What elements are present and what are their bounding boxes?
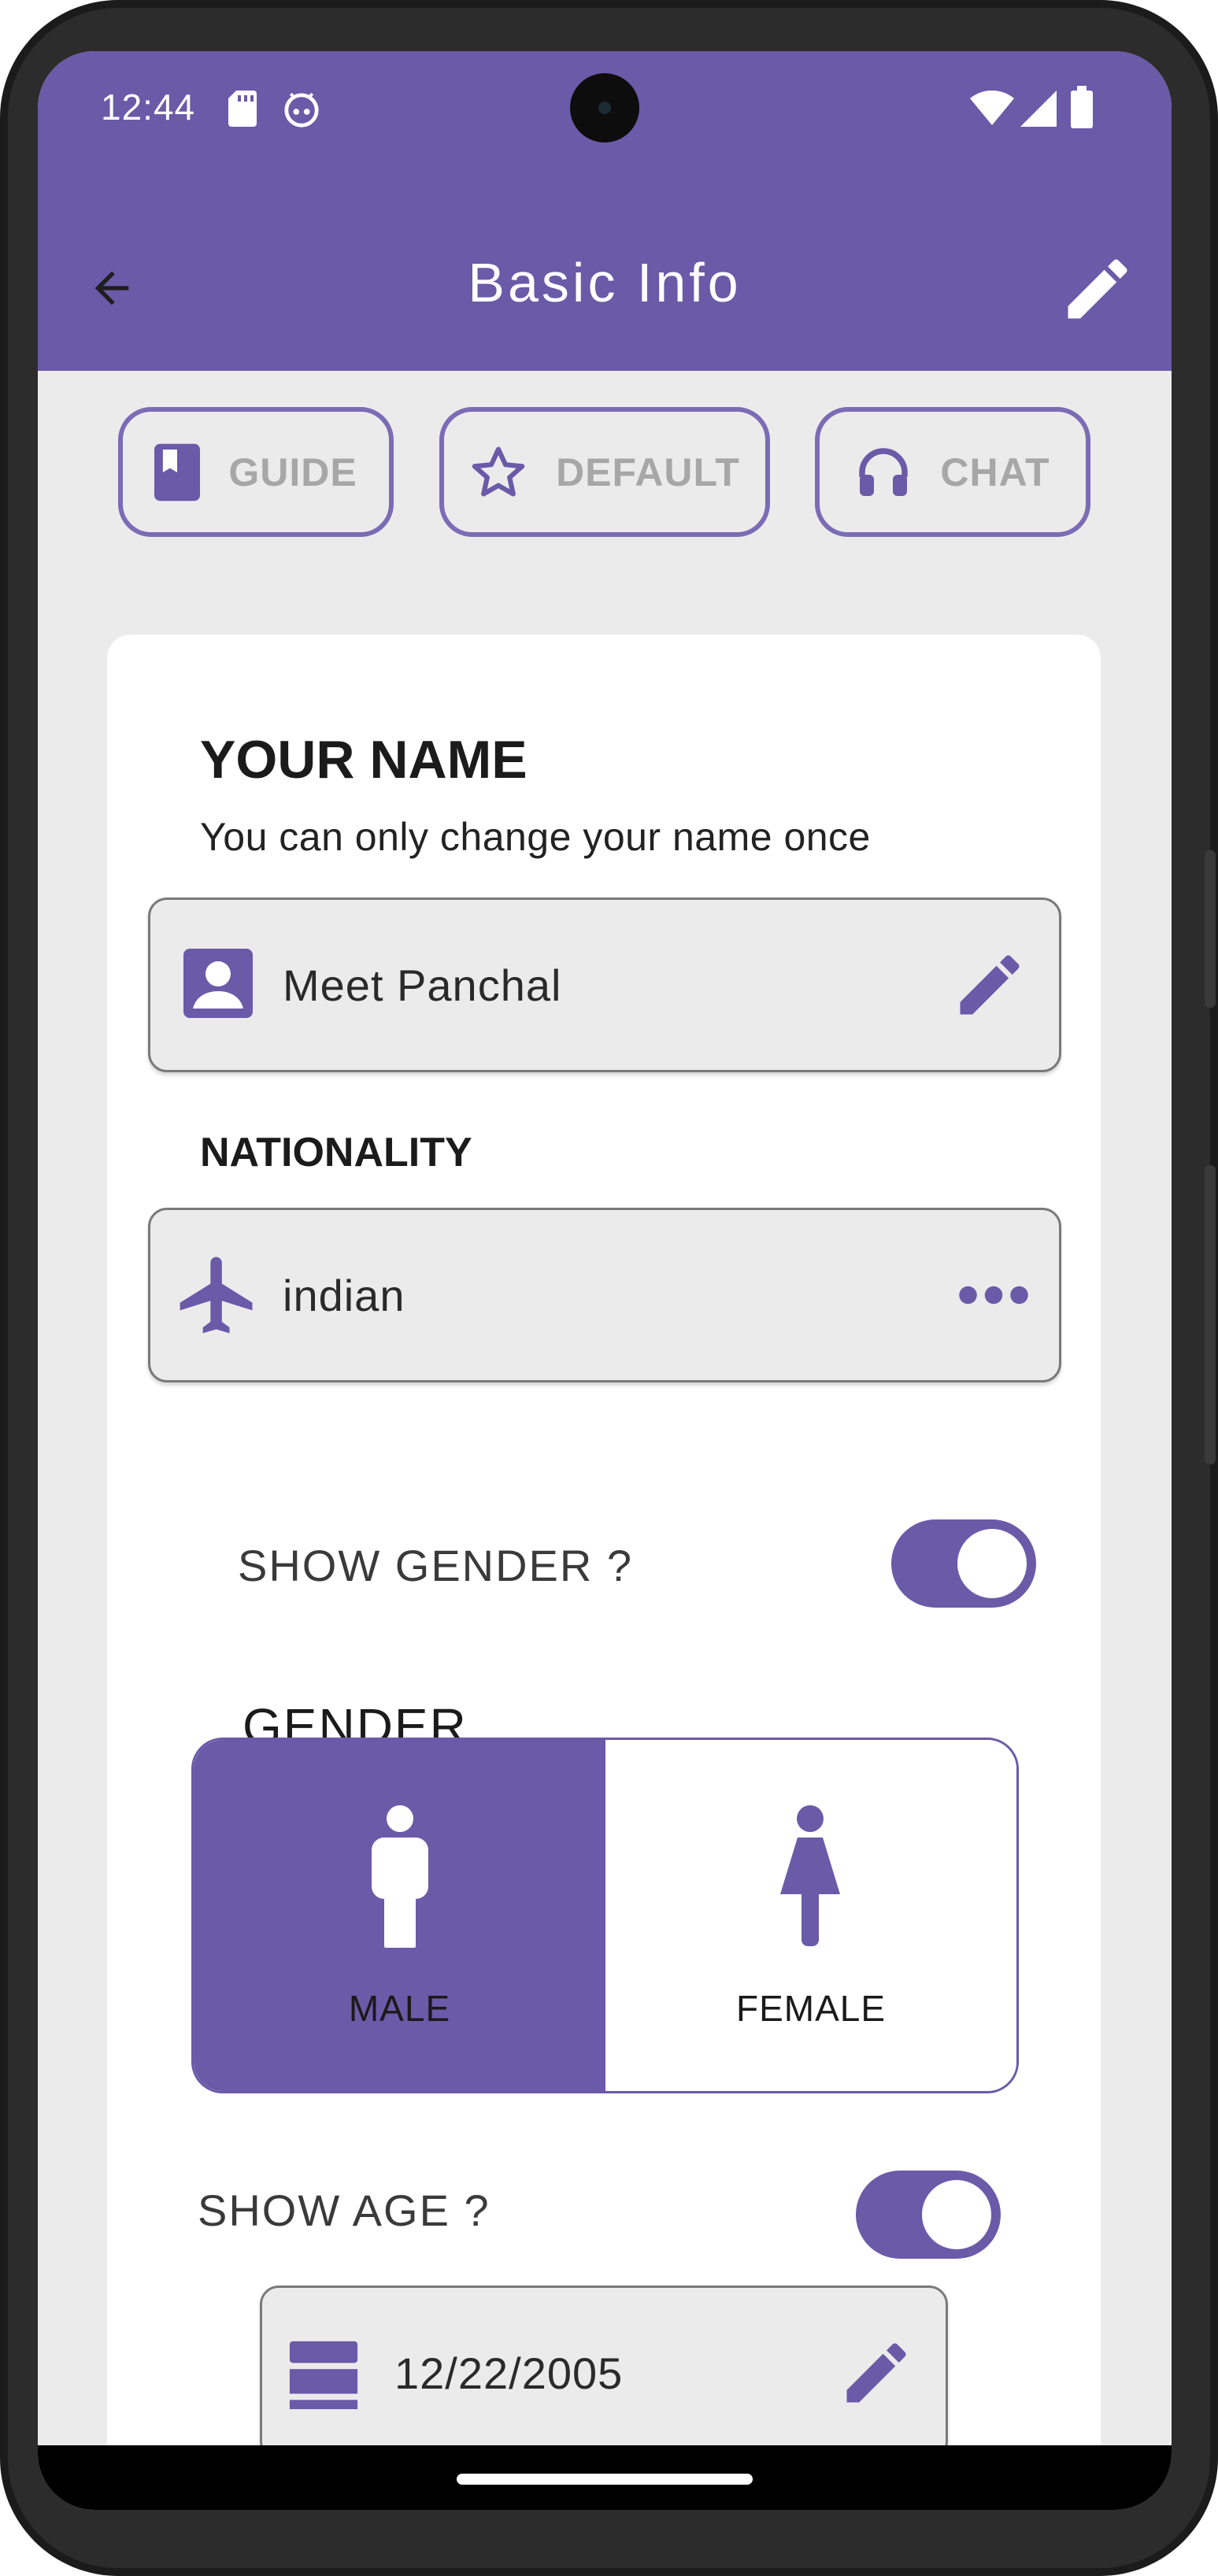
name-value: Meet Panchal bbox=[283, 960, 562, 1010]
edit-name-icon[interactable] bbox=[950, 946, 1029, 1024]
bot-face-icon bbox=[284, 92, 319, 128]
female-icon bbox=[780, 1805, 840, 1946]
name-field[interactable]: Meet Panchal bbox=[148, 898, 1061, 1072]
nationality-field[interactable]: indian bbox=[148, 1208, 1061, 1382]
nationality-value: indian bbox=[283, 1270, 405, 1320]
front-camera bbox=[570, 73, 639, 142]
status-time: 12:44 bbox=[101, 87, 196, 128]
headset-icon bbox=[859, 447, 909, 496]
name-heading: YOUR NAME bbox=[200, 730, 528, 790]
edit-dob-icon[interactable] bbox=[837, 2334, 916, 2412]
toggle-knob bbox=[922, 2180, 991, 2249]
show-gender-toggle[interactable] bbox=[891, 1519, 1036, 1608]
calendar-icon bbox=[289, 2341, 358, 2410]
home-indicator[interactable] bbox=[457, 2474, 753, 2485]
more-options-icon[interactable] bbox=[958, 1279, 1029, 1311]
toggle-knob bbox=[957, 1529, 1027, 1598]
show-gender-label: SHOW GENDER ? bbox=[238, 1541, 634, 1590]
wifi-icon bbox=[970, 91, 1014, 125]
show-age-label: SHOW AGE ? bbox=[198, 2186, 491, 2235]
default-button[interactable]: DEFAULT bbox=[439, 407, 770, 537]
gender-option-female[interactable]: FEMALE bbox=[605, 1740, 1016, 2091]
airplane-icon bbox=[180, 1257, 253, 1334]
page-title: Basic Info bbox=[468, 252, 742, 313]
nationality-heading: NATIONALITY bbox=[200, 1130, 472, 1175]
guide-label: GUIDE bbox=[228, 450, 357, 494]
guide-button[interactable]: GUIDE bbox=[118, 407, 394, 537]
power-button bbox=[1205, 1165, 1216, 1464]
volume-button bbox=[1205, 850, 1216, 1008]
book-icon bbox=[154, 443, 201, 501]
app-bar: Basic Info bbox=[38, 165, 1172, 371]
person-icon bbox=[183, 949, 253, 1018]
chat-label: CHAT bbox=[940, 450, 1050, 494]
female-label: FEMALE bbox=[735, 1988, 887, 2029]
chat-button[interactable]: CHAT bbox=[815, 407, 1090, 537]
male-icon bbox=[372, 1805, 428, 1948]
navigation-bar bbox=[38, 2445, 1172, 2510]
app-screen: 12:44 Basic Info GUIDE DEFAULT CHAT YOUR… bbox=[38, 51, 1172, 2510]
star-outline-icon bbox=[472, 446, 525, 497]
status-bar: 12:44 bbox=[38, 51, 1172, 165]
dob-field[interactable]: 12/22/2005 bbox=[260, 2285, 948, 2460]
edit-pencil-icon[interactable] bbox=[1058, 250, 1137, 328]
dob-value: 12/22/2005 bbox=[394, 2348, 624, 2398]
battery-icon bbox=[1071, 86, 1093, 128]
name-hint: You can only change your name once bbox=[200, 815, 871, 859]
gender-option-male[interactable]: MALE bbox=[194, 1740, 605, 2091]
sd-card-icon bbox=[228, 91, 257, 127]
show-age-toggle[interactable] bbox=[856, 2171, 1001, 2259]
gender-selector: MALE FEMALE bbox=[191, 1738, 1019, 2093]
cell-signal-icon bbox=[1020, 91, 1057, 127]
default-label: DEFAULT bbox=[556, 450, 740, 494]
male-label: MALE bbox=[348, 1988, 451, 2029]
